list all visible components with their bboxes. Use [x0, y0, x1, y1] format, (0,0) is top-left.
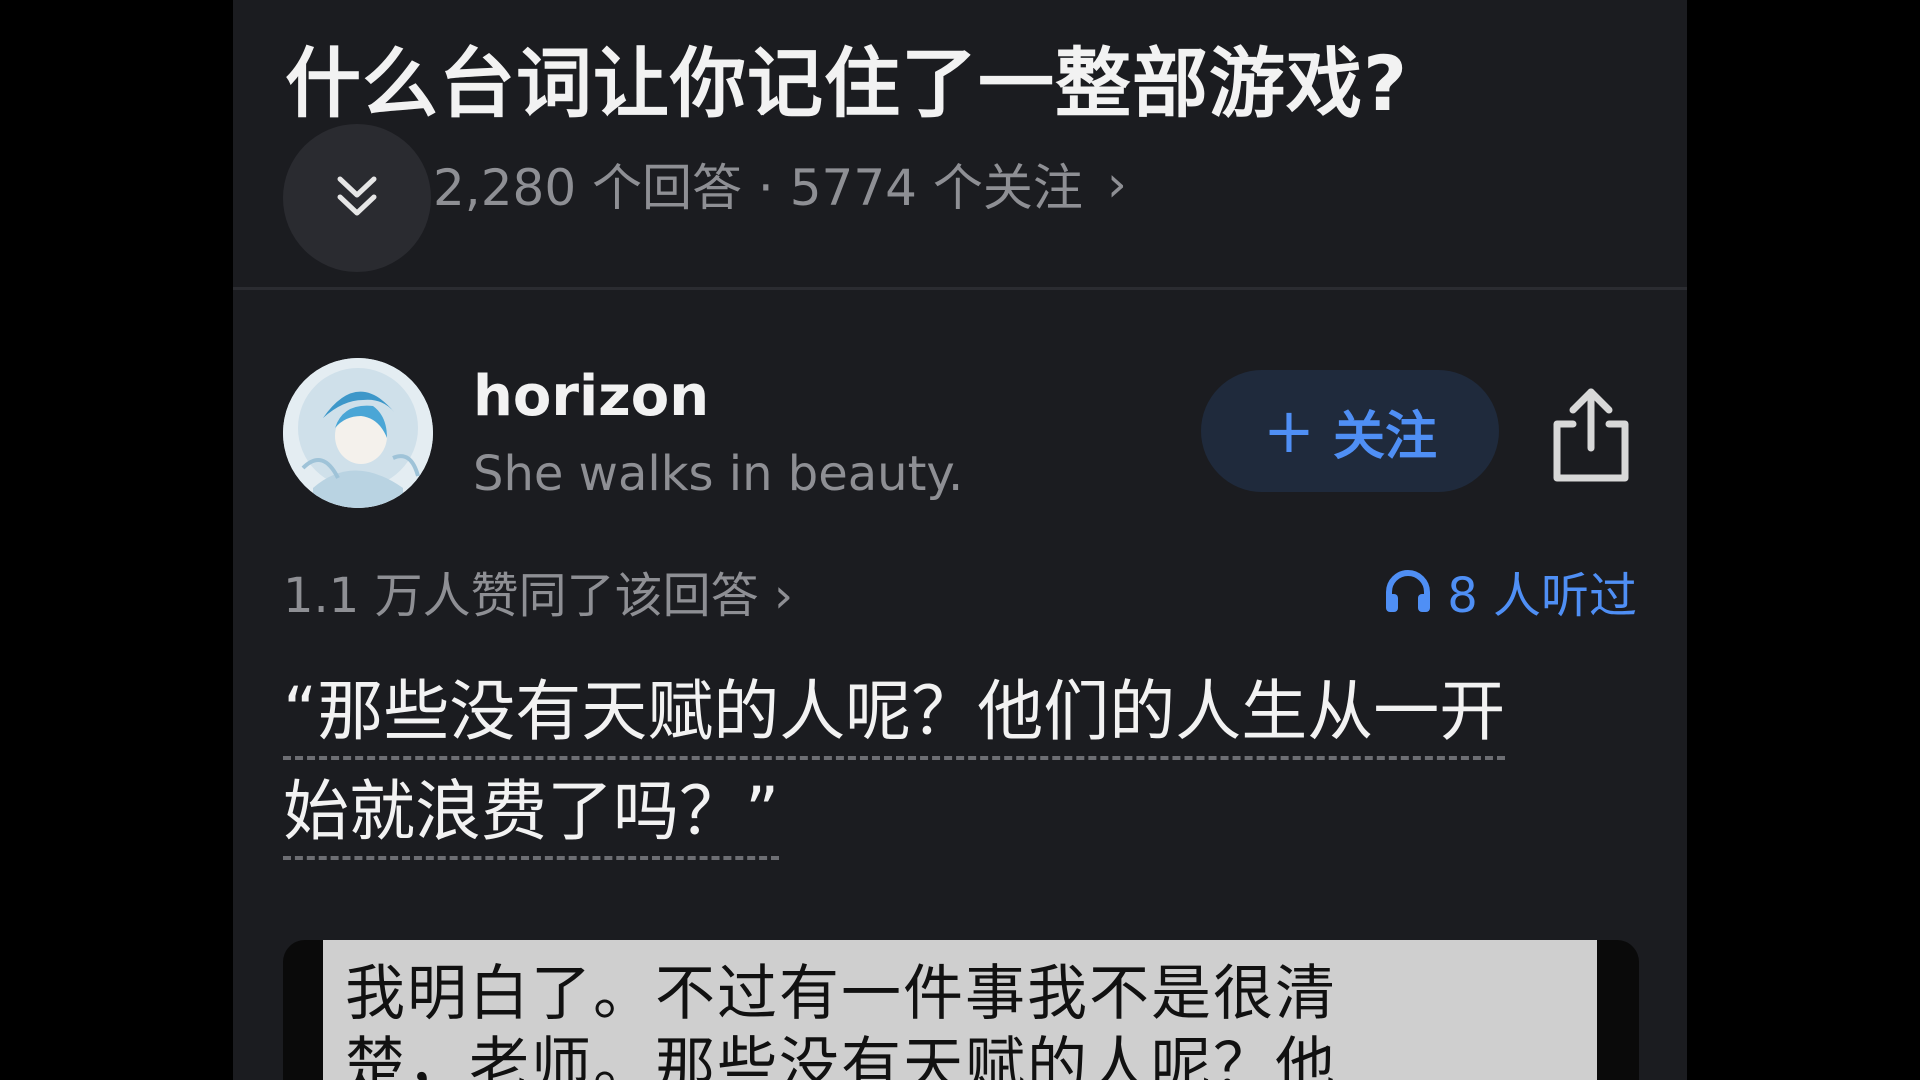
listen-label: 8 人听过 — [1447, 568, 1637, 624]
chevron-right-icon: › — [1106, 155, 1127, 213]
divider — [233, 287, 1687, 290]
avatar[interactable] — [283, 358, 433, 508]
answer-quote[interactable]: “那些没有天赋的人呢？他们的人生从一开 始就浪费了吗？” — [283, 662, 1623, 862]
question-title[interactable]: 什么台词让你记住了一整部游戏? — [285, 22, 1408, 132]
dialogue-line-2: 楚，老师。那些没有天赋的人呢？他 — [345, 1031, 1337, 1080]
dialogue-text: 我明白了。不过有一件事我不是很清 楚，老师。那些没有天赋的人呢？他 — [345, 958, 1585, 1080]
avatar-image — [283, 358, 433, 508]
author-bio: She walks in beauty. — [473, 446, 964, 502]
upvote-count[interactable]: 1.1 万人赞同了该回答 › — [283, 556, 793, 626]
dialogue-line-1: 我明白了。不过有一件事我不是很清 — [345, 959, 1337, 1029]
app-screen: 什么台词让你记住了一整部游戏? 2,280 个回答 · 5774 个关注 › h… — [233, 0, 1687, 1080]
game-dialogue-box: 我明白了。不过有一件事我不是很清 楚，老师。那些没有天赋的人呢？他 — [323, 940, 1597, 1080]
listen-count[interactable]: 8 人听过 — [1383, 556, 1637, 626]
headphones-icon — [1386, 570, 1431, 612]
question-stats: 2,280 个回答 · 5774 个关注 — [433, 159, 1083, 217]
follow-button[interactable]: + 关注 — [1201, 370, 1499, 492]
answer-image[interactable]: 我明白了。不过有一件事我不是很清 楚，老师。那些没有天赋的人呢？他 — [283, 940, 1639, 1080]
follow-label: 关注 — [1332, 406, 1437, 467]
question-meta[interactable]: 2,280 个回答 · 5774 个关注 › — [433, 148, 1127, 220]
quote-line-2: 始就浪费了吗？” — [283, 773, 780, 860]
share-icon — [1553, 388, 1629, 482]
author-name[interactable]: horizon — [473, 364, 709, 429]
plus-icon: + — [1263, 394, 1315, 467]
collapse-button[interactable] — [283, 124, 431, 272]
quote-line-1: “那些没有天赋的人呢？他们的人生从一开 — [283, 673, 1506, 760]
share-button[interactable] — [1543, 382, 1639, 486]
double-chevron-down-icon — [337, 176, 377, 216]
